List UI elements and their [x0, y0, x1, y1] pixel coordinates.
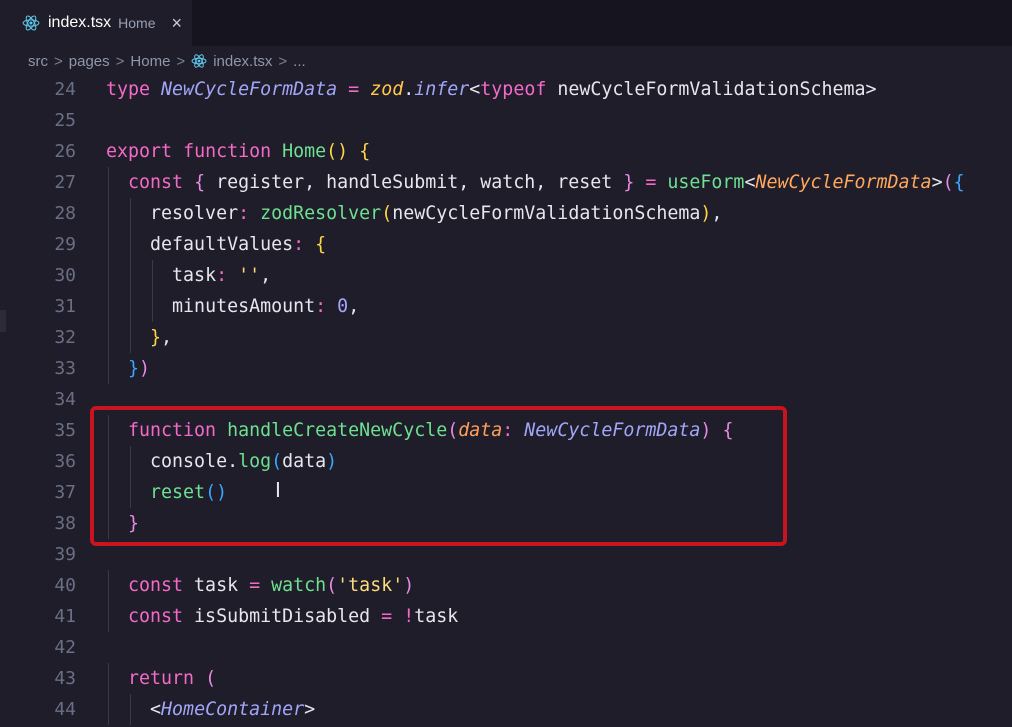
code-line-27[interactable]: 27 const { register, handleSubmit, watch… — [0, 167, 1012, 198]
code-line-31[interactable]: 31 minutesAmount: 0, — [0, 291, 1012, 322]
code-line-40[interactable]: 40 const task = watch('task') — [0, 570, 1012, 601]
breadcrumb-item-home[interactable]: Home — [130, 53, 170, 70]
code-text: }) — [128, 358, 151, 379]
tab-directory: Home — [118, 15, 156, 31]
code-line-44[interactable]: 44 <HomeContainer> — [0, 694, 1012, 725]
code-text: return ( — [128, 668, 217, 689]
line-number: 42 — [54, 637, 76, 658]
breadcrumb-item-file[interactable]: index.tsx — [213, 53, 272, 70]
code-line-33[interactable]: 33 }) — [0, 353, 1012, 384]
code-line-28[interactable]: 28 resolver: zodResolver(newCycleFormVal… — [0, 198, 1012, 229]
line-number: 38 — [54, 513, 76, 534]
breadcrumb-item-src[interactable]: src — [28, 53, 48, 70]
code-line-26[interactable]: 26 export function Home() { — [0, 136, 1012, 167]
breadcrumb-item-more[interactable]: ... — [293, 53, 306, 70]
code-text: <HomeContainer> — [150, 699, 316, 720]
line-number: 32 — [54, 327, 76, 348]
code-line-25[interactable]: 25 — [0, 105, 1012, 136]
code-text: const isSubmitDisabled = !task — [128, 606, 459, 627]
line-number: 24 — [54, 79, 76, 100]
breadcrumb-separator: > — [278, 52, 288, 70]
breadcrumb-item-pages[interactable]: pages — [69, 53, 110, 70]
highlight-box — [90, 406, 787, 546]
line-number: 43 — [54, 668, 76, 689]
code-line-32[interactable]: 32 }, — [0, 322, 1012, 353]
breadcrumb-separator: > — [176, 52, 186, 70]
tab-bar: index.tsx Home × — [0, 0, 1012, 46]
code-text: resolver: zodResolver(newCycleFormValida… — [150, 203, 723, 224]
react-icon — [22, 14, 40, 32]
code-text: export function Home() { — [106, 141, 371, 162]
code-text: const { register, handleSubmit, watch, r… — [128, 172, 965, 193]
line-number: 27 — [54, 172, 76, 193]
line-number: 34 — [54, 389, 76, 410]
line-number: 36 — [54, 451, 76, 472]
line-number: 26 — [54, 141, 76, 162]
line-number: 33 — [54, 358, 76, 379]
line-number: 29 — [54, 234, 76, 255]
breadcrumb-separator: > — [54, 52, 63, 70]
line-number: 35 — [54, 420, 76, 441]
line-number: 37 — [54, 482, 76, 503]
code-line-42[interactable]: 42 — [0, 632, 1012, 663]
code-line-43[interactable]: 43 return ( — [0, 663, 1012, 694]
code-line-30[interactable]: 30 task: '', — [0, 260, 1012, 291]
code-editor[interactable]: 24 type NewCycleFormData = zod.infer<type… — [0, 74, 1012, 727]
code-text: type NewCycleFormData = zod.infer<typeof… — [106, 79, 877, 100]
react-icon — [191, 53, 207, 69]
line-number: 41 — [54, 606, 76, 627]
code-text: const task = watch('task') — [128, 575, 415, 596]
line-number: 40 — [54, 575, 76, 596]
line-number: 28 — [54, 203, 76, 224]
breadcrumb-separator: > — [115, 52, 125, 70]
line-number: 25 — [54, 110, 76, 131]
tab-index-tsx[interactable]: index.tsx Home × — [0, 0, 192, 46]
line-number: 44 — [54, 699, 76, 720]
code-text: task: '', — [172, 265, 272, 286]
code-line-29[interactable]: 29 defaultValues: { — [0, 229, 1012, 260]
code-line-24[interactable]: 24 type NewCycleFormData = zod.infer<type… — [0, 74, 1012, 105]
code-text: minutesAmount: 0, — [172, 296, 360, 317]
text-cursor-icon: I — [275, 478, 281, 502]
line-number: 30 — [54, 265, 76, 286]
tab-filename: index.tsx — [48, 14, 112, 31]
breadcrumb: src > pages > Home > index.tsx > ... — [0, 46, 1012, 76]
code-line-41[interactable]: 41 const isSubmitDisabled = !task — [0, 601, 1012, 632]
line-number: 39 — [54, 544, 76, 565]
code-text: }, — [150, 327, 173, 348]
line-number: 31 — [54, 296, 76, 317]
close-icon[interactable]: × — [172, 13, 183, 34]
code-text: defaultValues: { — [150, 234, 327, 255]
